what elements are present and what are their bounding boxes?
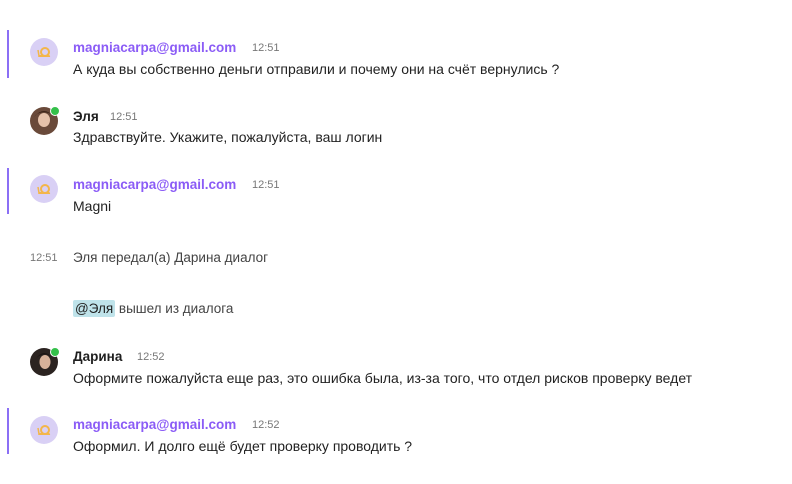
message-text: Оформил. И долго ещё будет проверку пров… xyxy=(73,438,413,454)
system-event-leave: @Эля вышел из диалога xyxy=(73,300,234,317)
agent-avatar[interactable] xyxy=(30,106,60,135)
message-time: 12:52 xyxy=(252,419,280,431)
agent-avatar[interactable] xyxy=(30,347,60,376)
client-avatar[interactable] xyxy=(30,416,58,444)
message-text: Здравствуйте. Укажите, пожалуйста, ваш л… xyxy=(73,129,383,145)
message-time: 12:51 xyxy=(252,42,280,54)
message-text: А куда вы собственно деньги отправили и … xyxy=(73,61,560,77)
message-time: 12:51 xyxy=(110,111,138,123)
message-author[interactable]: magniacarpa@gmail.com xyxy=(73,417,236,432)
snail-icon xyxy=(30,38,58,66)
system-event-time: 12:51 xyxy=(30,252,58,264)
message-highlight-bar xyxy=(7,168,9,214)
message-author[interactable]: magniacarpa@gmail.com xyxy=(73,177,236,192)
client-avatar[interactable] xyxy=(30,175,58,203)
online-status-icon xyxy=(50,347,60,357)
system-event-text: Эля передал(а) Дарина диалог xyxy=(73,250,269,265)
online-status-icon xyxy=(50,106,60,116)
message-text: Magni xyxy=(73,198,112,214)
system-event-text: вышел из диалога xyxy=(115,301,234,316)
snail-icon xyxy=(30,416,58,444)
message-author[interactable]: magniacarpa@gmail.com xyxy=(73,40,236,55)
message-text: Оформите пожалуйста еще раз, это ошибка … xyxy=(73,370,693,386)
message-time: 12:52 xyxy=(137,351,165,363)
message-highlight-bar xyxy=(7,30,9,78)
client-avatar[interactable] xyxy=(30,38,58,66)
message-time: 12:51 xyxy=(252,179,280,191)
message-author[interactable]: Эля xyxy=(73,109,99,124)
message-highlight-bar xyxy=(7,408,9,454)
user-mention[interactable]: @Эля xyxy=(73,300,116,317)
snail-icon xyxy=(30,175,58,203)
message-author[interactable]: Дарина xyxy=(73,349,122,364)
